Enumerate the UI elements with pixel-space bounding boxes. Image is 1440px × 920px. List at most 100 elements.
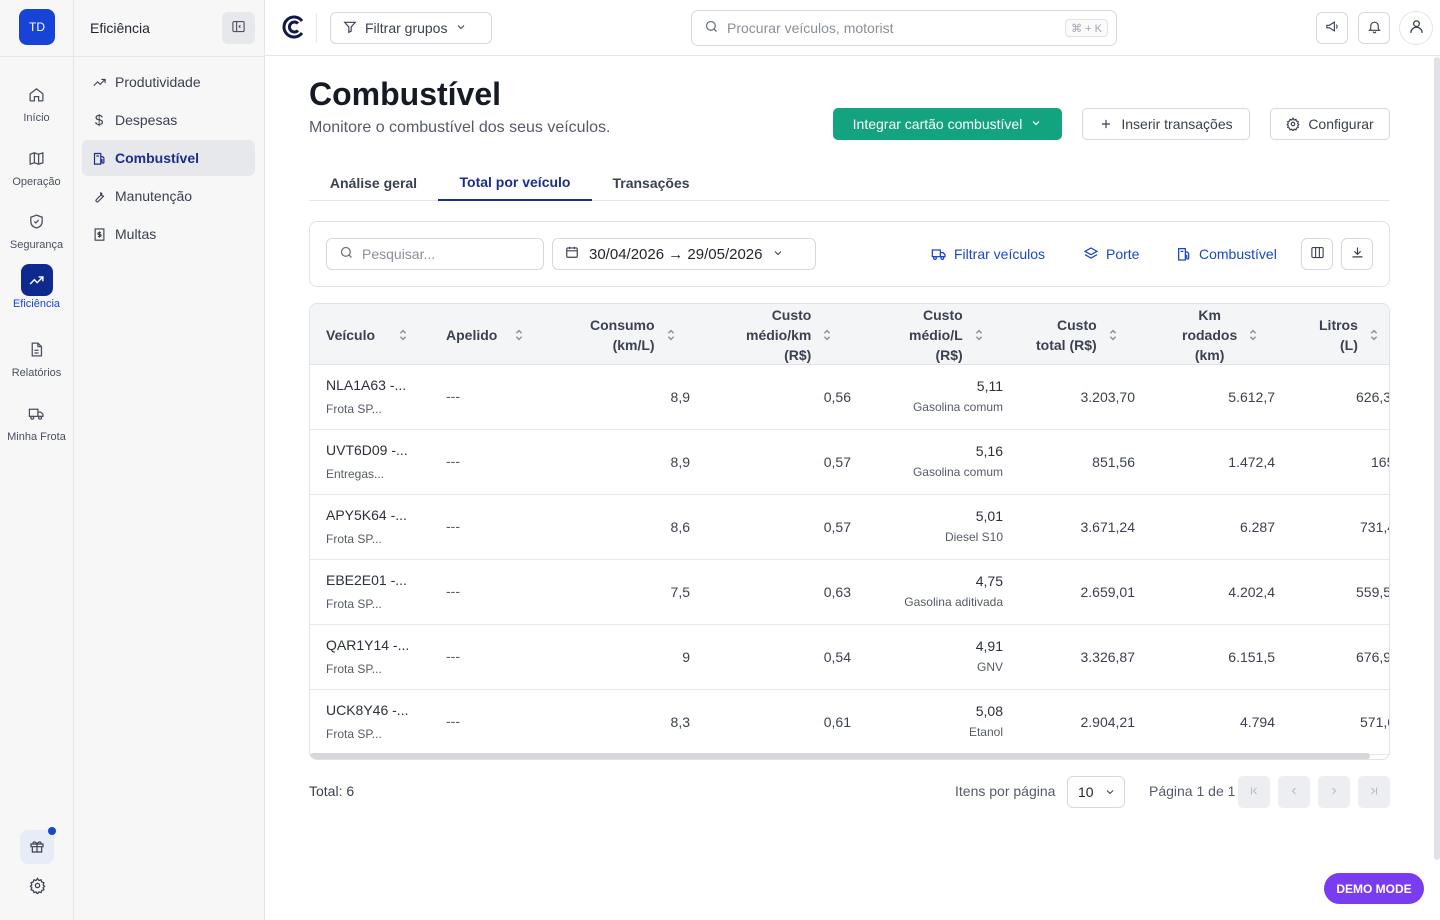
liters-cell: 731,4 xyxy=(1360,519,1389,535)
vehicle-plate[interactable]: EBE2E01 -... xyxy=(326,572,407,588)
filter-groups-button[interactable]: Filtrar grupos xyxy=(330,12,492,44)
rail-item-inicio[interactable]: Início xyxy=(0,78,73,124)
sidebar-item-combustivel[interactable]: Combustível xyxy=(82,140,255,176)
sidebar-item-despesas[interactable]: $ Despesas xyxy=(82,102,255,138)
rail-item-eficiencia[interactable]: Eficiência xyxy=(0,264,73,310)
consumption-cell: 7,5 xyxy=(670,584,690,600)
nickname-cell: --- xyxy=(446,518,460,534)
vehicle-plate[interactable]: QAR1Y14 -... xyxy=(326,637,409,653)
section-sidebar: Eficiência Produtividade $ Despesas Comb… xyxy=(74,0,265,920)
fuel-icon xyxy=(91,150,107,166)
nickname-cell: --- xyxy=(446,583,460,599)
fuel-filter-button[interactable]: Combustível xyxy=(1176,238,1277,270)
column-header-consumo[interactable]: Consumo (km/L) xyxy=(590,304,677,365)
km-driven-cell: 6.151,5 xyxy=(1228,649,1275,665)
previous-page-button[interactable] xyxy=(1278,776,1310,808)
size-filter-button[interactable]: Porte xyxy=(1083,238,1139,270)
cost-per-liter-cell: 5,11 xyxy=(976,378,1003,394)
column-header-veiculo[interactable]: Veículo xyxy=(326,304,409,365)
date-range-picker[interactable]: 30/04/2026 → 29/05/2026 xyxy=(552,238,816,270)
brand-logo[interactable] xyxy=(282,15,306,39)
next-page-button[interactable] xyxy=(1318,776,1350,808)
download-button[interactable] xyxy=(1341,238,1373,270)
sidebar-item-label: Produtividade xyxy=(115,74,201,90)
cost-per-km-cell: 0,63 xyxy=(823,584,851,600)
table-row[interactable]: NLA1A63 -... Frota SP... --- 8,9 0,56 5,… xyxy=(310,365,1389,430)
divider xyxy=(74,56,264,57)
column-header-custo-medio-l[interactable]: Custo médio/L (R$) xyxy=(909,304,985,365)
user-menu-button[interactable] xyxy=(1399,11,1433,45)
tab-analise-geral[interactable]: Análise geral xyxy=(309,165,438,200)
column-header-custo-medio-km[interactable]: Custo médio/km (R$) xyxy=(746,304,833,365)
chevron-left-icon xyxy=(1288,784,1300,800)
vehicle-plate[interactable]: UVT6D09 -... xyxy=(326,442,408,458)
table-row[interactable]: QAR1Y14 -... Frota SP... --- 9 0,54 4,91… xyxy=(310,625,1389,690)
column-header-custo-total[interactable]: Custo total (R$) xyxy=(1036,304,1119,365)
items-per-page-select[interactable]: 10 xyxy=(1067,776,1125,808)
demo-mode-badge[interactable]: DEMO MODE xyxy=(1324,873,1424,904)
announcements-button[interactable] xyxy=(1316,12,1348,44)
cost-per-km-cell: 0,54 xyxy=(823,649,851,665)
sidebar-item-produtividade[interactable]: Produtividade xyxy=(82,64,255,100)
main-content: Combustível Monitore o combustível dos s… xyxy=(265,57,1440,920)
table-search-input[interactable]: Pesquisar... xyxy=(326,238,544,270)
total-cost-cell: 851,56 xyxy=(1092,454,1135,470)
rail-item-relatorios[interactable]: Relatórios xyxy=(0,333,73,379)
columns-button[interactable] xyxy=(1301,238,1333,270)
column-label: Apelido xyxy=(446,326,498,343)
column-header-litros[interactable]: Litros (L) xyxy=(1319,304,1380,365)
gift-button[interactable] xyxy=(20,827,56,864)
rail-item-minha-frota[interactable]: Minha Frota xyxy=(0,397,73,443)
first-page-button[interactable] xyxy=(1238,776,1270,808)
notification-dot xyxy=(48,827,56,835)
truck-icon xyxy=(931,246,947,262)
fuel-type-cell: Gasolina aditivada xyxy=(904,595,1003,609)
settings-button[interactable] xyxy=(20,870,54,904)
integrate-fuel-card-button[interactable]: Integrar cartão combustível xyxy=(833,108,1062,140)
items-per-page-value: 10 xyxy=(1078,784,1094,800)
tab-total-por-veiculo[interactable]: Total por veículo xyxy=(438,165,592,201)
notifications-button[interactable] xyxy=(1358,12,1390,44)
column-header-km-rodados[interactable]: Km rodados (km) xyxy=(1182,304,1259,365)
rail-item-label: Segurança xyxy=(9,239,64,251)
total-cost-cell: 3.326,87 xyxy=(1080,649,1136,665)
rail-item-seguranca[interactable]: Segurança xyxy=(0,205,73,251)
table-search-placeholder: Pesquisar... xyxy=(362,246,436,262)
collapse-sidebar-button[interactable] xyxy=(222,12,255,44)
workspace-avatar[interactable]: TD xyxy=(19,9,55,45)
receipt-icon xyxy=(91,226,107,242)
megaphone-icon xyxy=(1325,19,1340,37)
sidebar-item-multas[interactable]: Multas xyxy=(82,216,255,252)
rail-item-operacao[interactable]: Operação xyxy=(0,142,73,188)
horizontal-scrollbar[interactable] xyxy=(310,753,1370,759)
dollar-icon: $ xyxy=(94,111,104,129)
filter-groups-label: Filtrar grupos xyxy=(365,20,448,36)
vehicle-group: Frota SP... xyxy=(326,532,382,546)
sidebar-item-manutencao[interactable]: Manutenção xyxy=(82,178,255,214)
map-icon xyxy=(21,142,53,174)
vehicle-plate[interactable]: UCK8Y46 -... xyxy=(326,702,408,718)
items-per-page-label: Itens por página xyxy=(955,783,1056,799)
tab-transacoes[interactable]: Transações xyxy=(592,165,710,200)
page-title: Combustível xyxy=(309,76,502,112)
vertical-scrollbar[interactable] xyxy=(1434,57,1440,860)
total-count: Total: 6 xyxy=(309,783,355,799)
column-header-apelido[interactable]: Apelido xyxy=(446,304,525,365)
filter-vehicles-button[interactable]: Filtrar veículos xyxy=(931,238,1045,270)
table-row[interactable]: EBE2E01 -... Frota SP... --- 7,5 0,63 4,… xyxy=(310,560,1389,625)
vehicle-plate[interactable]: NLA1A63 -... xyxy=(326,377,406,393)
vehicle-plate[interactable]: APY5K64 -... xyxy=(326,507,407,523)
fuel-type-cell: GNV xyxy=(976,660,1003,674)
global-search-input[interactable]: Procurar veículos, motorist ⌘ + K xyxy=(691,10,1117,46)
download-icon xyxy=(1350,245,1365,263)
table-row[interactable]: UCK8Y46 -... Frota SP... --- 8,3 0,61 5,… xyxy=(310,690,1389,755)
search-placeholder: Procurar veículos, motorist xyxy=(727,20,894,36)
last-page-button[interactable] xyxy=(1358,776,1390,808)
wrench-icon xyxy=(91,188,107,204)
cost-per-liter-cell: 4,91 xyxy=(975,638,1003,654)
table-row[interactable]: UVT6D09 -... Entregas... --- 8,9 0,57 5,… xyxy=(310,430,1389,495)
cost-per-km-cell: 0,57 xyxy=(823,519,851,535)
configure-button[interactable]: Configurar xyxy=(1270,108,1390,140)
table-row[interactable]: APY5K64 -... Frota SP... --- 8,6 0,57 5,… xyxy=(310,495,1389,560)
insert-transactions-button[interactable]: Inserir transações xyxy=(1082,108,1250,140)
